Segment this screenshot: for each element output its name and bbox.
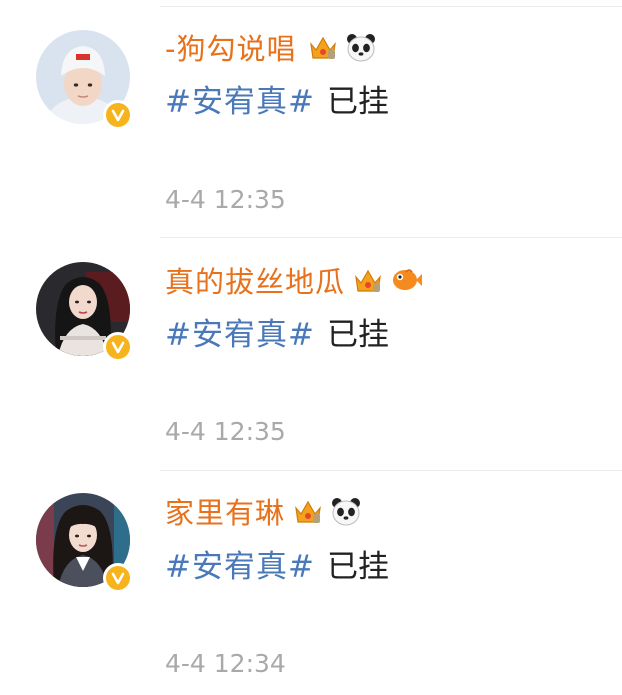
timestamp: 4-4 12:35 [165,417,286,446]
comment-text: #安宥真# 已挂 [165,541,389,586]
username-row: 真的拔丝地瓜 [165,260,423,300]
comment-body: 已挂 [326,83,389,120]
comment-item: 家里有琳 #安宥真# 已挂 4-4 12:34 [0,471,622,695]
crown-badge-icon [291,494,325,528]
timestamp: 4-4 12:34 [165,649,286,678]
comment-item: -狗勾说唱 #安宥真# 已挂 4-4 12:35 [0,0,622,235]
comment-body: 已挂 [326,548,389,585]
timestamp: 4-4 12:35 [165,185,286,214]
verified-badge-icon [103,563,133,593]
verified-badge-icon [103,100,133,130]
comment-text: #安宥真# 已挂 [165,309,389,354]
username[interactable]: 真的拔丝地瓜 [165,259,345,301]
crown-badge-icon [306,30,340,64]
comment-text: #安宥真# 已挂 [165,76,389,121]
comment-body: 已挂 [326,316,389,353]
panda-emoji-icon [344,30,378,64]
panda-emoji-icon [329,494,363,528]
topic-link[interactable]: #安宥真# [165,76,315,121]
username[interactable]: -狗勾说唱 [165,26,296,68]
username-row: 家里有琳 [165,491,363,531]
crown-badge-icon [351,263,385,297]
fish-emoji-icon [389,263,423,297]
verified-badge-icon [103,332,133,362]
comment-item: 真的拔丝地瓜 #安宥真# 已挂 4-4 12:35 [0,238,622,468]
username[interactable]: 家里有琳 [165,490,285,532]
topic-link[interactable]: #安宥真# [165,541,315,586]
topic-link[interactable]: #安宥真# [165,309,315,354]
username-row: -狗勾说唱 [165,27,378,67]
